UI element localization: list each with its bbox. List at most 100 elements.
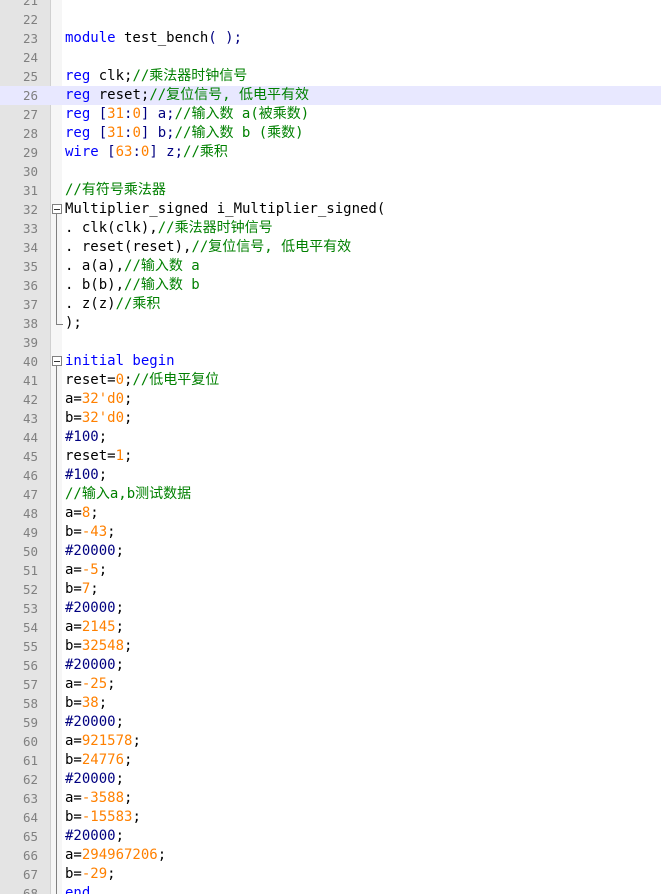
code-line[interactable]: 60 a=921578; <box>0 732 661 751</box>
code-token: //输入a,b测试数据 <box>65 486 192 502</box>
line-code: b=7; <box>65 580 99 599</box>
code-line[interactable]: 66 a=294967206; <box>0 846 661 865</box>
code-line[interactable]: 38); <box>0 314 661 333</box>
code-line[interactable]: 31 //有符号乘法器 <box>0 181 661 200</box>
code-line[interactable]: 49 b=-43; <box>0 523 661 542</box>
code-line[interactable]: 42 a=32'd0; <box>0 390 661 409</box>
code-token: 63 <box>115 144 133 160</box>
line-code: . b(b),//输入数 b <box>65 276 200 295</box>
code-token: [ <box>98 144 116 160</box>
line-number: 59 <box>22 715 38 730</box>
code-token: a= <box>65 505 82 521</box>
code-line[interactable]: 41 reset=0;//低电平复位 <box>0 371 661 390</box>
code-line[interactable]: 45 reset=1; <box>0 447 661 466</box>
code-token: . z(z) <box>65 296 116 312</box>
code-line[interactable]: 35 . a(a),//输入数 a <box>0 257 661 276</box>
code-line[interactable]: 30 <box>0 162 661 181</box>
code-token: #20000 <box>65 714 116 730</box>
line-number: 55 <box>22 639 38 654</box>
code-line[interactable]: 32 Multiplier_signed i_Multiplier_signed( <box>0 200 661 219</box>
line-number: 22 <box>22 12 38 27</box>
line-number: 36 <box>22 278 38 293</box>
line-code: Multiplier_signed i_Multiplier_signed( <box>65 200 385 219</box>
line-number: 31 <box>22 183 38 198</box>
code-line[interactable]: 50 #20000; <box>0 542 661 561</box>
code-line[interactable]: 29 wire [63:0] z;//乘积 <box>0 143 661 162</box>
line-number: 42 <box>22 392 38 407</box>
line-code: . reset(reset),//复位信号, 低电平有效 <box>65 238 351 257</box>
code-token: 0 <box>115 372 125 388</box>
line-number: 54 <box>22 620 38 635</box>
code-token: 32548 <box>81 638 125 654</box>
code-token: ; <box>90 505 99 521</box>
code-token: . a(a), <box>65 258 125 274</box>
code-line[interactable]: 46 #100; <box>0 466 661 485</box>
line-code: ); <box>65 314 82 333</box>
code-token: Multiplier_signed i_Multiplier_signed( <box>65 201 386 217</box>
code-line[interactable]: 43 b=32'd0; <box>0 409 661 428</box>
line-code: end <box>65 884 90 894</box>
code-line[interactable]: 52 b=7; <box>0 580 661 599</box>
fold-toggle-icon[interactable] <box>52 356 62 366</box>
code-line[interactable]: 28 reg [31:0] b;//输入数 b (乘数) <box>0 124 661 143</box>
code-line[interactable]: 24 <box>0 48 661 67</box>
code-line[interactable]: 51 a=-5; <box>0 561 661 580</box>
code-line[interactable]: 58 b=38; <box>0 694 661 713</box>
code-token: #20000 <box>65 828 116 844</box>
line-number: 34 <box>22 240 38 255</box>
code-line[interactable]: 64 b=-15583; <box>0 808 661 827</box>
code-token: ; <box>98 429 108 445</box>
code-line[interactable]: 68 end <box>0 884 661 894</box>
line-number: 56 <box>22 658 38 673</box>
code-line[interactable]: 23 module test_bench( ); <box>0 29 661 48</box>
code-line[interactable]: 40 initial begin <box>0 352 661 371</box>
line-code: //输入a,b测试数据 <box>65 485 191 504</box>
code-token: ; <box>124 391 133 407</box>
code-line[interactable]: 26 reg reset;//复位信号, 低电平有效 <box>0 86 661 105</box>
line-number: 24 <box>22 50 38 65</box>
line-number: 66 <box>22 848 38 863</box>
code-token: //复位信号, 低电平有效 <box>149 87 310 103</box>
code-line[interactable]: 59 #20000; <box>0 713 661 732</box>
code-line[interactable]: 22 <box>0 10 661 29</box>
code-line[interactable]: 67 b=-29; <box>0 865 661 884</box>
code-line[interactable]: 34 . reset(reset),//复位信号, 低电平有效 <box>0 238 661 257</box>
code-line[interactable]: 63 a=-3588; <box>0 789 661 808</box>
code-line[interactable]: 62 #20000; <box>0 770 661 789</box>
code-token: initial begin <box>65 353 175 369</box>
code-line[interactable]: 54 a=2145; <box>0 618 661 637</box>
code-line[interactable]: 37 . z(z)//乘积 <box>0 295 661 314</box>
code-lines[interactable]: 21 22 23 module test_bench( ); 24 25 reg clk;/… <box>0 0 661 894</box>
code-token: . b(b), <box>65 277 125 293</box>
code-line[interactable]: 53 #20000; <box>0 599 661 618</box>
fold-toggle-icon[interactable] <box>52 204 62 214</box>
code-token: 0 <box>132 106 141 122</box>
code-line[interactable]: 25 reg clk;//乘法器时钟信号 <box>0 67 661 86</box>
code-line[interactable]: 36 . b(b),//输入数 b <box>0 276 661 295</box>
code-line[interactable]: 33 . clk(clk),//乘法器时钟信号 <box>0 219 661 238</box>
code-line[interactable]: 44 #100; <box>0 428 661 447</box>
code-line[interactable]: 48 a=8; <box>0 504 661 523</box>
code-line[interactable]: 57 a=-25; <box>0 675 661 694</box>
code-line[interactable]: 55 b=32548; <box>0 637 661 656</box>
code-line[interactable]: 61 b=24776; <box>0 751 661 770</box>
line-code: #100; <box>65 428 107 447</box>
line-number: 45 <box>22 449 38 464</box>
code-token: -3588 <box>81 790 125 806</box>
code-token: ( ); <box>208 30 243 46</box>
code-line[interactable]: 65 #20000; <box>0 827 661 846</box>
line-number: 48 <box>22 506 38 521</box>
code-line[interactable]: 47 //输入a,b测试数据 <box>0 485 661 504</box>
line-number: 38 <box>22 316 38 331</box>
code-line[interactable]: 27 reg [31:0] a;//输入数 a(被乘数) <box>0 105 661 124</box>
code-editor[interactable]: 21 22 23 module test_bench( ); 24 25 reg clk;/… <box>0 0 661 894</box>
code-line[interactable]: 39 <box>0 333 661 352</box>
code-line[interactable]: 56 #20000; <box>0 656 661 675</box>
code-token: ] b; <box>140 125 175 141</box>
line-number: 60 <box>22 734 38 749</box>
code-token: 31 <box>107 106 125 122</box>
code-token: #20000 <box>65 771 116 787</box>
code-token: a= <box>65 562 82 578</box>
code-line[interactable]: 21 <box>0 0 661 10</box>
line-code: reg [31:0] b;//输入数 b (乘数) <box>65 124 304 143</box>
